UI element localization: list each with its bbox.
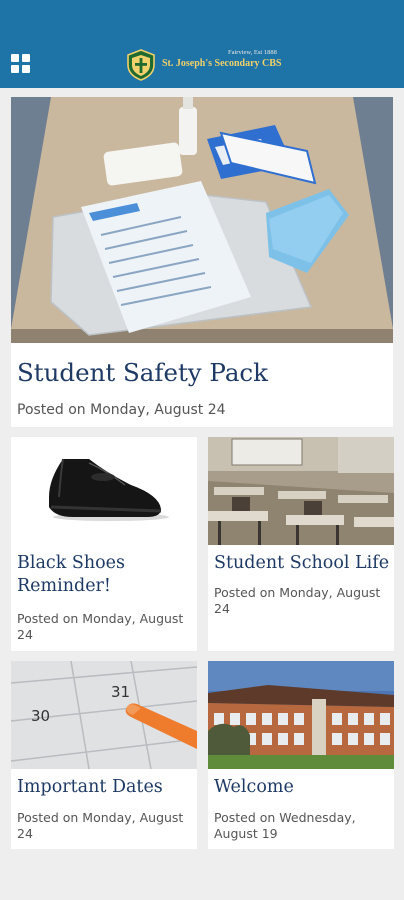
school-building-photo: [208, 661, 394, 769]
calendar-number: 30: [31, 707, 50, 725]
post-title: Important Dates: [17, 777, 163, 797]
post-date: Posted on Monday, August 24: [214, 585, 381, 617]
calendar-number: 31: [111, 683, 130, 701]
featured-post-card[interactable]: Student Safety Pack Posted on Monday, Au…: [11, 97, 393, 427]
grid-menu-icon[interactable]: [11, 54, 31, 74]
post-card-student-school-life[interactable]: Student School Life Posted on Monday, Au…: [208, 437, 394, 651]
app-header: Fairview, Est 1888 St. Joseph's Secondar…: [0, 0, 404, 88]
safety-pack-photo: [11, 97, 393, 343]
post-title: Black Shoes Reminder!: [17, 553, 125, 597]
post-card-black-shoes[interactable]: Black Shoes Reminder! Posted on Monday, …: [11, 437, 197, 651]
calendar-photo: 30 31: [11, 661, 197, 769]
school-crest-icon: [127, 49, 155, 81]
post-card-welcome[interactable]: Welcome Posted on Wednesday, August 19: [208, 661, 394, 849]
featured-post-date: Posted on Monday, August 24: [17, 402, 226, 418]
featured-post-title: Student Safety Pack: [17, 358, 268, 387]
post-date: Posted on Monday, August 24: [17, 611, 184, 643]
school-tagline: Fairview, Est 1888: [228, 49, 277, 56]
school-name: St. Joseph's Secondary CBS: [162, 58, 282, 69]
post-date: Posted on Wednesday, August 19: [214, 810, 356, 842]
post-title: Welcome: [214, 777, 294, 797]
post-date: Posted on Monday, August 24: [17, 810, 184, 842]
black-shoe-photo: [11, 437, 197, 545]
classroom-photo: [208, 437, 394, 545]
post-title: Student School Life: [214, 553, 390, 573]
post-card-important-dates[interactable]: 30 31 Important Dates Posted on Monday, …: [11, 661, 197, 849]
